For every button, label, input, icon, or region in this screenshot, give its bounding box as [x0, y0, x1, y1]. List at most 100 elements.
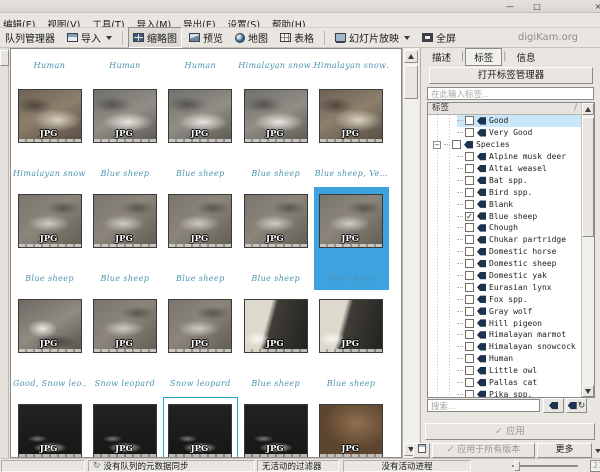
thumbnails-view-button[interactable]: 缩略图: [128, 27, 182, 48]
tag-tree-item[interactable]: Fox spp.: [428, 293, 581, 305]
thumbnail-cell[interactable]: JPGBlue sheep: [238, 82, 313, 185]
vertical-scrollbar[interactable]: [402, 48, 419, 458]
thumbnail-cell[interactable]: JPGBlue sheep: [163, 82, 238, 185]
tag-checkbox[interactable]: [465, 354, 474, 363]
tag-tree-item[interactable]: Domestic horse: [428, 246, 581, 258]
tag-search-input[interactable]: [427, 399, 540, 412]
tag-checkbox[interactable]: [465, 271, 474, 280]
apply-all-versions-button[interactable]: ✓ 应用于所有版本: [432, 443, 535, 458]
zoom-slider-knob[interactable]: [514, 461, 520, 471]
minimize-button[interactable]: —: [502, 1, 518, 12]
tag-checkbox[interactable]: [465, 200, 474, 209]
slideshow-button[interactable]: 幻灯片放映: [330, 27, 415, 48]
tab-info[interactable]: 信息: [507, 48, 544, 66]
refresh-tags-button[interactable]: ↻: [566, 398, 587, 413]
preview-button[interactable]: 预览: [184, 27, 228, 48]
thumbnail-cell[interactable]: JPGBlue sheep: [238, 292, 313, 395]
tag-tree-item[interactable]: Alpine musk deer: [428, 151, 581, 163]
tag-tree-item[interactable]: Altai weasel: [428, 163, 581, 175]
tag-tree-header[interactable]: 标签 /: [428, 103, 581, 115]
tag-checkbox[interactable]: [465, 164, 474, 173]
map-button[interactable]: 地图: [230, 27, 273, 48]
thumbnail-cell[interactable]: JPGSnow leopard: [87, 292, 162, 395]
tag-tree-item[interactable]: −Species: [428, 139, 581, 151]
thumbnail-cell[interactable]: JPGBlue sheep: [314, 292, 389, 395]
tag-checkbox[interactable]: [465, 223, 474, 232]
tag-tree-item[interactable]: Very Good: [428, 127, 581, 139]
tag-tree-item[interactable]: Blank: [428, 198, 581, 210]
import-button[interactable]: 导入: [62, 27, 117, 48]
scrollbar-thumb[interactable]: [404, 65, 418, 99]
tag-tree-item[interactable]: Good: [428, 115, 581, 127]
zoom-spinbox[interactable]: 21%: [590, 460, 600, 472]
thumbnail-cell[interactable]: JPGBlue sheep: [12, 187, 87, 290]
tag-checkbox[interactable]: [465, 390, 474, 397]
tag-tree-item[interactable]: Bat spp.: [428, 174, 581, 186]
tag-checkbox[interactable]: [452, 140, 461, 149]
more-dropdown-arrow[interactable]: [592, 443, 600, 458]
open-tag-manager-button[interactable]: 打开标签管理器: [429, 67, 593, 84]
tag-checkbox[interactable]: ✓: [465, 212, 474, 221]
tag-tree-item[interactable]: Domestic sheep: [428, 258, 581, 270]
tag-checkbox[interactable]: [465, 235, 474, 244]
thumbnail-cell[interactable]: JPG: [314, 397, 389, 458]
tag-tree-item[interactable]: Pika spp.: [428, 388, 581, 397]
tag-tree-item[interactable]: Human: [428, 353, 581, 365]
thumbnail-cell[interactable]: JPG: [87, 397, 162, 458]
thumbnail-cell[interactable]: JPGGood, Snow leo…: [12, 292, 87, 395]
tag-checkbox[interactable]: [465, 283, 474, 292]
tag-entry-input[interactable]: [427, 87, 594, 100]
thumbnail-cell[interactable]: JPGSnow leopard: [163, 292, 238, 395]
tag-checkbox[interactable]: [465, 259, 474, 268]
tag-tree-item[interactable]: ✓Blue sheep: [428, 210, 581, 222]
tag-tree-item[interactable]: Gray wolf: [428, 305, 581, 317]
zoom-slider[interactable]: [512, 465, 578, 467]
thumbnail-cell[interactable]: JPGBlue sheep: [238, 187, 313, 290]
queue-manager-button[interactable]: 队列管理器: [0, 27, 60, 48]
tag-checkbox[interactable]: [465, 176, 474, 185]
table-button[interactable]: 表格: [275, 27, 319, 48]
tag-checkbox[interactable]: [465, 319, 474, 328]
tag-checkbox[interactable]: [465, 342, 474, 351]
thumbnail-cell[interactable]: JPG: [163, 397, 238, 458]
thumbnail-grid[interactable]: HumanHumanHumanHimalayan snow…Himalayan …: [10, 48, 402, 458]
tag-checkbox[interactable]: [465, 307, 474, 316]
tag-checkbox[interactable]: [465, 330, 474, 339]
scroll-down-button[interactable]: [582, 385, 594, 397]
thumbnail-cell[interactable]: JPGBlue sheep: [163, 187, 238, 290]
thumbnail-cell[interactable]: JPGBlue sheep: [87, 82, 162, 185]
tag-tree-item[interactable]: Little owl: [428, 365, 581, 377]
thumbnail-cell[interactable]: JPG: [238, 397, 313, 458]
fullscreen-button[interactable]: 全屏: [417, 27, 461, 48]
tree-scrollbar[interactable]: [581, 103, 594, 397]
tab-description[interactable]: 描述: [423, 48, 460, 66]
scroll-up-button[interactable]: [404, 50, 418, 63]
tag-tree-item[interactable]: Domestic yak: [428, 270, 581, 282]
expander-icon[interactable]: −: [433, 141, 441, 149]
thumbnail-cell[interactable]: JPGBlue sheep: [314, 187, 389, 290]
tag-checkbox[interactable]: [465, 247, 474, 256]
tag-filter-button[interactable]: [543, 398, 564, 413]
thumbnail-cell[interactable]: JPGBlue sheep: [87, 187, 162, 290]
tag-tree-item[interactable]: Hill pigeon: [428, 317, 581, 329]
tag-checkbox[interactable]: [465, 188, 474, 197]
tag-tree-item[interactable]: Bird spp.: [428, 186, 581, 198]
note-button[interactable]: [413, 443, 430, 458]
tag-tree-item[interactable]: Chukar partridge: [428, 234, 581, 246]
tag-checkbox[interactable]: [465, 116, 474, 125]
tab-tags[interactable]: 标签: [465, 48, 502, 66]
tag-checkbox[interactable]: [465, 295, 474, 304]
maximize-button[interactable]: □: [529, 1, 545, 12]
scrollbar-thumb[interactable]: [582, 117, 594, 237]
more-button[interactable]: 更多: [537, 443, 592, 458]
tag-tree-item[interactable]: Himalayan marmot: [428, 329, 581, 341]
sidebar-toggle-button[interactable]: [0, 50, 9, 66]
tag-checkbox[interactable]: [465, 378, 474, 387]
tag-checkbox[interactable]: [465, 366, 474, 375]
tag-tree-item[interactable]: Pallas cat: [428, 377, 581, 389]
tag-checkbox[interactable]: [465, 152, 474, 161]
scroll-up-button[interactable]: [582, 103, 594, 115]
tag-tree-item[interactable]: Himalayan snowcock: [428, 341, 581, 353]
tag-checkbox[interactable]: [465, 128, 474, 137]
thumbnail-cell[interactable]: JPGHimalayan snow…: [12, 82, 87, 185]
